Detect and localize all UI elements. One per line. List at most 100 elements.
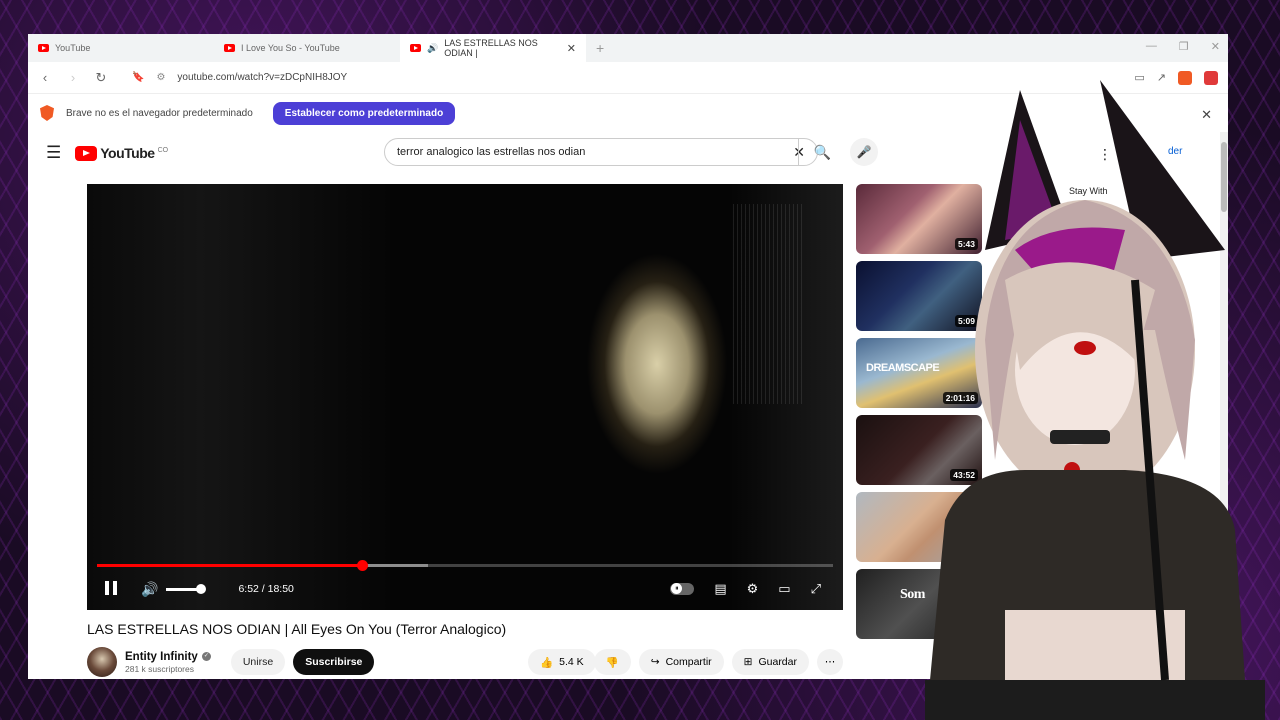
thumb-title: Som xyxy=(900,587,925,602)
save-playlist-icon: ⊞ xyxy=(743,656,753,668)
new-tab-button[interactable]: + xyxy=(596,40,604,56)
url-text: youtube.com/watch?v=zDCpNIH8JOY xyxy=(177,72,348,83)
avatar-bottom xyxy=(925,680,1265,720)
related-video-thumb[interactable]: 43:52 xyxy=(856,415,982,485)
video-frame xyxy=(87,184,843,610)
join-button[interactable]: Unirse xyxy=(230,649,286,675)
extensions-area: ▭ ↗ xyxy=(1134,70,1218,85)
thumb-title: DREAMSCAPE xyxy=(866,362,940,374)
sign-in-link[interactable]: der xyxy=(1168,146,1182,157)
video-duration: 2:01:16 xyxy=(942,392,978,404)
more-icon: ⋯ xyxy=(824,656,836,668)
tab-i-love-you-so[interactable]: I Love You So - YouTube xyxy=(214,34,400,62)
youtube-logo[interactable]: YouTube CO xyxy=(75,145,168,161)
search-input[interactable]: terror analogico las estrellas nos odian… xyxy=(384,138,818,166)
address-bar: ‹ › ↻ 🔖 ⚙ youtube.com/watch?v=zDCpNIH8JO… xyxy=(28,62,1228,94)
infobar-close-icon[interactable]: ✕ xyxy=(1201,107,1212,123)
logo-text: YouTube xyxy=(100,145,155,161)
share-icon[interactable]: ↗ xyxy=(1157,71,1166,84)
scrollbar-thumb[interactable] xyxy=(1221,142,1227,212)
close-window-icon[interactable]: ✕ xyxy=(1211,40,1220,53)
save-button[interactable]: ⊞ Guardar xyxy=(731,649,809,675)
verified-icon: ✓ xyxy=(201,652,211,661)
more-actions-button[interactable]: ⋯ xyxy=(817,649,843,675)
volume-icon[interactable]: 🔊 xyxy=(141,581,158,598)
video-title: LAS ESTRELLAS NOS ODIAN | All Eyes On Yo… xyxy=(87,621,507,637)
share-arrow-icon: ↪ xyxy=(650,656,660,668)
default-browser-infobar: Brave no es el navegador predeterminado … xyxy=(28,94,1228,132)
channel-name[interactable]: Entity Infinity ✓ xyxy=(125,651,211,663)
related-video-thumb[interactable] xyxy=(856,492,982,562)
speaker-icon: 🔊 xyxy=(427,42,439,53)
video-player[interactable]: 🔊 6:52 / 18:50 ▤ ⚙ ▭ ⤢ xyxy=(87,184,843,610)
set-default-button[interactable]: Establecer como predeterminado xyxy=(272,101,456,125)
brave-shields-icon[interactable] xyxy=(1178,70,1192,85)
thumbs-up-icon: 👍 xyxy=(540,656,554,669)
video-duration: 5:43 xyxy=(954,238,978,250)
infobar-message: Brave no es el navegador predeterminado xyxy=(66,107,253,119)
youtube-favicon-icon xyxy=(38,44,49,52)
related-videos: 5:43 5:09 DREAMSCAPE 2:01:16 43:52 Som xyxy=(856,184,986,646)
fullscreen-icon[interactable]: ⤢ xyxy=(811,581,821,597)
channel-info: Entity Infinity ✓ 281 k suscriptores xyxy=(125,651,211,674)
search-button[interactable]: 🔍 xyxy=(798,138,846,166)
tab-youtube[interactable]: YouTube xyxy=(28,34,214,62)
back-icon[interactable]: ‹ xyxy=(38,70,52,85)
bookmark-icon[interactable]: 🔖 xyxy=(132,72,144,83)
minimize-icon[interactable]: — xyxy=(1146,40,1157,53)
subtitles-icon[interactable]: ▤ xyxy=(714,581,726,597)
share-label: Compartir xyxy=(665,656,712,668)
related-video-title[interactable]: Stay With xyxy=(1069,186,1108,196)
scrubber-handle[interactable] xyxy=(356,560,368,571)
channel-name-text: Entity Infinity xyxy=(125,650,198,663)
voice-search-button[interactable]: 🎤 xyxy=(850,138,878,166)
tab-title: YouTube xyxy=(55,43,91,53)
settings-gear-icon[interactable]: ⚙ xyxy=(747,581,759,597)
video-duration: 43:52 xyxy=(950,469,978,481)
tab-title: LAS ESTRELLAS NOS ODIAN | xyxy=(444,38,538,58)
player-controls: 🔊 6:52 / 18:50 ▤ ⚙ ▭ ⤢ xyxy=(87,574,843,604)
restore-icon[interactable]: ❐ xyxy=(1179,40,1189,53)
video-scanlines xyxy=(733,204,803,404)
subscribe-button[interactable]: Suscribirse xyxy=(293,649,375,675)
autoplay-toggle[interactable] xyxy=(670,583,695,595)
related-video-thumb[interactable]: 5:09 xyxy=(856,261,982,331)
brave-logo-icon xyxy=(40,105,54,121)
subscriber-count: 281 k suscriptores xyxy=(125,663,194,674)
tab-bar: YouTube I Love You So - YouTube 🔊 LAS ES… xyxy=(28,34,1228,62)
video-duration xyxy=(972,556,978,558)
dislike-button[interactable]: 👎 xyxy=(593,649,631,675)
time-display: 6:52 / 18:50 xyxy=(238,583,294,595)
youtube-favicon-icon xyxy=(410,44,421,52)
related-video-thumb[interactable]: Som xyxy=(856,569,982,639)
settings-kebab-icon[interactable]: ⋮ xyxy=(1098,146,1112,163)
page-scrollbar[interactable] xyxy=(1220,132,1228,679)
theater-mode-icon[interactable]: ▭ xyxy=(778,581,790,597)
channel-avatar[interactable] xyxy=(87,647,117,677)
reload-icon[interactable]: ↻ xyxy=(94,70,108,86)
pause-button[interactable] xyxy=(103,581,119,597)
search-query: terror analogico las estrellas nos odian xyxy=(397,146,586,158)
url-field[interactable]: 🔖 ⚙ youtube.com/watch?v=zDCpNIH8JOY xyxy=(132,72,852,83)
like-count: 5.4 K xyxy=(559,656,584,668)
microphone-icon: 🎤 xyxy=(856,145,872,159)
like-button[interactable]: 👍 5.4 K xyxy=(528,649,596,675)
related-video-thumb[interactable]: 5:43 xyxy=(856,184,982,254)
site-settings-icon[interactable]: ⚙ xyxy=(156,72,165,83)
progress-bar[interactable] xyxy=(97,560,833,571)
share-button[interactable]: ↪ Compartir xyxy=(638,649,724,675)
forward-icon[interactable]: › xyxy=(66,70,80,85)
volume-slider[interactable] xyxy=(166,583,207,594)
related-video-thumb[interactable]: DREAMSCAPE 2:01:16 xyxy=(856,338,982,408)
menu-icon[interactable]: ☰ xyxy=(46,143,61,163)
tab-active-video[interactable]: 🔊 LAS ESTRELLAS NOS ODIAN | ✕ xyxy=(400,34,586,62)
thumbs-down-icon: 👎 xyxy=(605,656,619,669)
brave-rewards-icon[interactable] xyxy=(1204,70,1218,85)
channel-row: Entity Infinity ✓ 281 k suscriptores Uni… xyxy=(87,646,843,678)
window-controls: — ❐ ✕ xyxy=(1146,40,1220,53)
cast-icon[interactable]: ▭ xyxy=(1134,71,1144,84)
tab-close-icon[interactable]: ✕ xyxy=(567,42,576,55)
save-label: Guardar xyxy=(758,656,797,668)
country-code: CO xyxy=(157,147,169,154)
youtube-header: ☰ YouTube CO terror analogico las estrel… xyxy=(28,132,1228,174)
